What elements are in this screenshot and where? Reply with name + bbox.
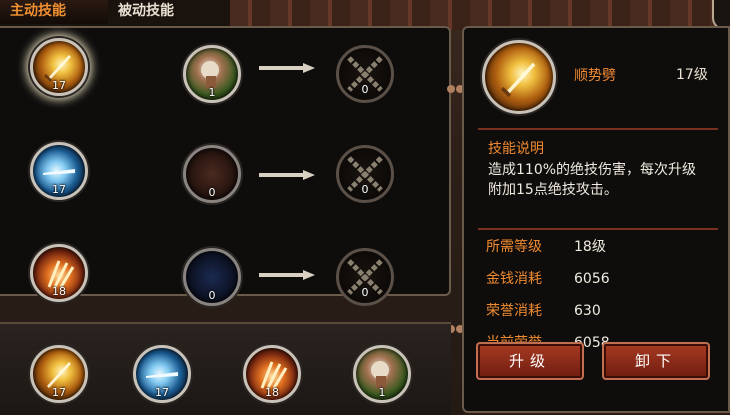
skill-icon-blue[interactable]: 17	[30, 142, 88, 200]
arrow-right-icon	[259, 170, 315, 180]
sword-icon	[500, 62, 536, 98]
skill-level: 0	[208, 186, 216, 199]
locked-skill-slot[interactable]: 0	[336, 248, 394, 306]
description-text: 造成110%的绝技伤害，每次升级附加15点绝技攻击。	[488, 162, 697, 198]
skill-icon-shunshipi[interactable]: 17	[30, 38, 88, 96]
skill-level: 1	[378, 386, 386, 399]
skill-level: 1	[208, 86, 216, 99]
equipped-slot-4[interactable]: 1	[353, 345, 411, 403]
equipped-slot-3[interactable]: 18	[243, 345, 301, 403]
tab-passive-skills[interactable]: 被动技能	[108, 0, 230, 24]
unequip-button[interactable]: 卸下	[602, 342, 710, 380]
skill-level: 0	[361, 286, 369, 299]
skill-description-box: 技能说明 造成110%的绝技伤害，每次升级附加15点绝技攻击。	[478, 128, 718, 230]
skill-level: 0	[361, 183, 369, 196]
stat-value: 6056	[574, 271, 610, 287]
stat-required-level: 所需等级 18级	[486, 236, 606, 256]
stat-value: 18级	[574, 239, 606, 255]
skill-icon-upgrade[interactable]: 0	[183, 145, 241, 203]
skill-icon-upgrade[interactable]: 1	[183, 45, 241, 103]
skill-level: 17	[52, 79, 66, 92]
locked-skill-slot[interactable]: 0	[336, 145, 394, 203]
skill-level: 17	[52, 386, 66, 399]
description-title: 技能说明	[488, 141, 544, 157]
stat-label: 荣誉消耗	[486, 303, 542, 319]
arrow-right-icon	[259, 63, 315, 73]
tab-active-skills[interactable]: 主动技能	[0, 0, 108, 24]
skill-tabs: 主动技能 被动技能	[0, 0, 230, 26]
arrow-right-icon	[259, 270, 315, 280]
skill-level: 17	[52, 183, 66, 196]
skill-level: 0	[208, 289, 216, 302]
stat-value: 630	[574, 303, 601, 319]
skill-icon-fire[interactable]: 18	[30, 244, 88, 302]
skill-level: 17	[155, 386, 169, 399]
rivet	[447, 85, 455, 93]
skill-icon-upgrade[interactable]: 0	[183, 248, 241, 306]
upgrade-button[interactable]: 升级	[476, 342, 584, 380]
stat-honor-cost: 荣誉消耗 630	[486, 300, 601, 320]
skill-level: 18	[265, 386, 279, 399]
skill-level: 18	[52, 285, 66, 298]
equipped-slot-1[interactable]: 17	[30, 345, 88, 403]
equipped-slot-2[interactable]: 17	[133, 345, 191, 403]
skill-name: 顺势劈	[574, 68, 616, 84]
stat-gold-cost: 金钱消耗 6056	[486, 268, 610, 288]
skill-level: 0	[361, 83, 369, 96]
stat-label: 金钱消耗	[486, 271, 542, 287]
locked-skill-slot[interactable]: 0	[336, 45, 394, 103]
stat-label: 所需等级	[486, 239, 542, 255]
detail-skill-icon	[482, 40, 556, 114]
skill-level-label: 17级	[676, 67, 708, 83]
